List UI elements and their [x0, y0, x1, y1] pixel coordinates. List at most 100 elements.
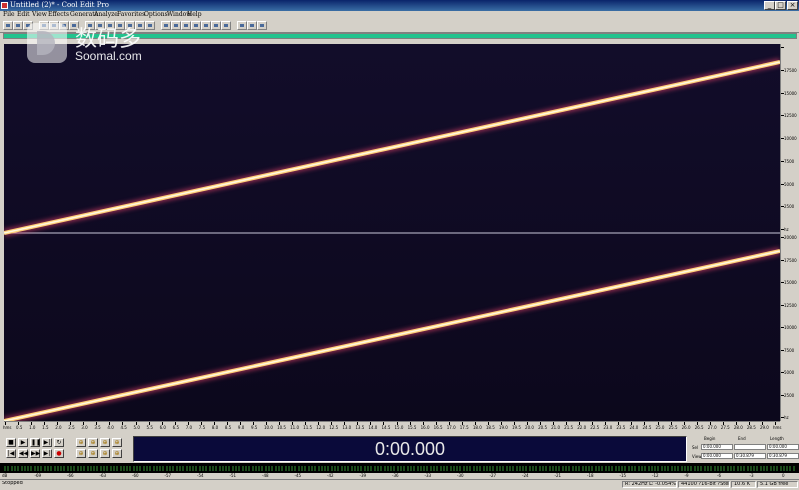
zoom-out-horizontal-button[interactable]: ⊕: [88, 438, 98, 447]
loop-icon: ↻: [56, 439, 62, 446]
level-segment: [373, 466, 376, 471]
level-scale-label: -54: [197, 473, 204, 478]
spectral-button[interactable]: [191, 21, 201, 30]
zoom-in-horizontal-button[interactable]: ⊕: [76, 438, 86, 447]
zoom-selection-button[interactable]: ⊕: [100, 449, 110, 458]
level-segment: [228, 466, 231, 471]
track-button[interactable]: [221, 21, 231, 30]
view-begin-field[interactable]: 0:00.000: [701, 453, 733, 459]
sel-length-field[interactable]: 0:00.000: [767, 444, 799, 450]
spectral-view[interactable]: [4, 44, 780, 421]
level-segment: [469, 466, 472, 471]
zoom-in-right-button[interactable]: ⊕: [88, 449, 98, 458]
zoom-in-vertical-icon: ⊕: [114, 439, 120, 446]
zoom-out-vertical-button[interactable]: ⊕: [112, 449, 122, 458]
level-segment: [769, 466, 772, 471]
time-label: 18.5: [485, 425, 495, 430]
view-length-field[interactable]: 0:30.879: [767, 453, 799, 459]
zoom-in-left-button[interactable]: ⊕: [76, 449, 86, 458]
level-segment: [525, 466, 528, 471]
level-segment: [598, 466, 600, 471]
sel-row-label: Sel: [692, 445, 699, 450]
settings-button[interactable]: [211, 21, 221, 30]
zoom-in-vertical-button[interactable]: ⊕: [112, 438, 122, 447]
view-end-field[interactable]: 0:30.879: [734, 453, 766, 459]
maximize-button[interactable]: □: [775, 1, 786, 10]
stop-button[interactable]: ■: [6, 438, 16, 447]
open-icon: [16, 24, 20, 27]
level-segment: [172, 466, 175, 471]
go-end-button[interactable]: ▶|: [42, 449, 52, 458]
level-segment: [482, 466, 485, 471]
play-button[interactable]: ▶: [18, 438, 28, 447]
level-segment: [568, 466, 571, 471]
loop-button[interactable]: ↻: [54, 438, 64, 447]
open-button[interactable]: [13, 21, 23, 30]
wave-icon: [204, 24, 208, 27]
mode-button[interactable]: [3, 21, 13, 30]
time-label: 5.0: [133, 425, 140, 430]
sel-end-field[interactable]: [734, 444, 766, 450]
menu-view[interactable]: View: [32, 11, 47, 18]
level-scale-label: 0: [782, 473, 785, 478]
level-segment: [505, 466, 508, 471]
time-button[interactable]: [237, 21, 247, 30]
level-segment: [238, 466, 241, 471]
level-segment: [93, 466, 96, 471]
freq-top-label: 5000: [784, 181, 795, 187]
sel-begin-field[interactable]: 0:00.000: [701, 444, 733, 450]
level-segment: [551, 466, 554, 471]
menu-effects[interactable]: Effects: [48, 11, 69, 18]
rewind-button[interactable]: ◀◀: [18, 449, 28, 458]
menu-options[interactable]: Options: [144, 11, 168, 18]
menu-analyze[interactable]: Analyze: [94, 11, 118, 18]
level-segment: [86, 466, 89, 471]
level-segment: [129, 466, 132, 471]
menu-edit[interactable]: Edit: [17, 11, 30, 18]
freq-bottom-label: 15000: [784, 280, 797, 285]
watermark: 数码多 Soomal.com: [27, 19, 167, 67]
go-end-icon: ▶|: [43, 450, 51, 457]
level-segment: [756, 466, 759, 471]
pause-button[interactable]: ❚❚: [30, 438, 41, 447]
menu-favorites[interactable]: Favorites: [117, 11, 145, 18]
app-icon[interactable]: [1, 2, 8, 9]
close-button[interactable]: ×: [787, 1, 798, 10]
time-label: 16.0: [420, 425, 430, 430]
level-segment: [169, 466, 171, 471]
go-start-button[interactable]: |◀: [6, 449, 16, 458]
level-segment: [555, 466, 558, 471]
time-label: 24.5: [642, 425, 652, 430]
level-segment: [433, 466, 435, 471]
fast-forward-button[interactable]: ▶▶: [30, 449, 40, 458]
time-label: 14.0: [368, 425, 378, 430]
level-segment: [363, 466, 366, 471]
record-button[interactable]: ●: [54, 449, 64, 458]
menu-help[interactable]: Help: [187, 11, 202, 18]
time-label: 19.5: [511, 425, 521, 430]
level-scale-label: -33: [424, 473, 432, 478]
zoom-full-button[interactable]: ⊕: [100, 438, 110, 447]
play-to-end-button[interactable]: ▶|: [42, 438, 52, 447]
level-segment: [4, 466, 6, 471]
time-label: 27.5: [720, 425, 730, 430]
zoom-selection-icon: ⊕: [102, 450, 108, 457]
length-header: Length: [770, 436, 784, 441]
level-segment: [396, 466, 399, 471]
marker-button[interactable]: [171, 21, 181, 30]
menu-file[interactable]: File: [3, 11, 15, 18]
level-segment: [268, 466, 270, 471]
wave-button[interactable]: [201, 21, 211, 30]
level-segment: [376, 466, 379, 471]
level-segment: [357, 466, 360, 471]
info-button[interactable]: [257, 21, 267, 30]
zoom-out-vertical-icon: ⊕: [114, 450, 120, 457]
level-scale-label: -36: [392, 473, 399, 478]
level-segment: [291, 466, 294, 471]
level-segment: [782, 466, 785, 471]
level-segment: [538, 466, 541, 471]
minimize-button[interactable]: _: [764, 1, 775, 10]
edit-button[interactable]: [181, 21, 191, 30]
help-button[interactable]: [247, 21, 257, 30]
level-segment: [604, 466, 607, 471]
